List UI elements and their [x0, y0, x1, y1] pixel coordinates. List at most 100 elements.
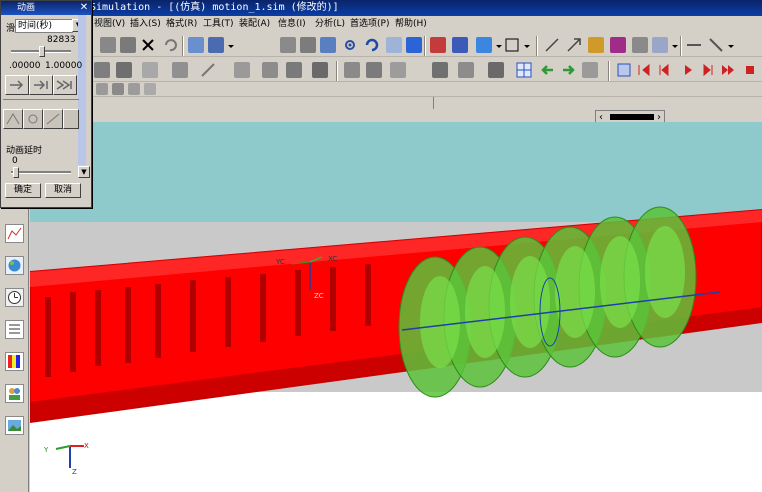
dialog-scrollbar[interactable] [78, 15, 86, 165]
play-icon[interactable] [680, 62, 696, 78]
dropdown-arrow-icon[interactable] [728, 45, 734, 48]
copy-icon[interactable] [120, 37, 136, 53]
dialog-title-bar[interactable]: 动画 ✕ [1, 1, 91, 15]
dropdown-arrow-icon[interactable] [672, 45, 678, 48]
image-icon[interactable] [5, 416, 24, 435]
contact-icon[interactable] [652, 37, 668, 53]
refresh-icon[interactable] [582, 62, 598, 78]
link-icon[interactable] [94, 62, 110, 78]
mesh-icon[interactable] [366, 62, 382, 78]
dropdown-arrow-icon[interactable] [496, 45, 502, 48]
line-icon[interactable] [686, 37, 702, 53]
play-forward-button[interactable] [5, 75, 29, 95]
ok-button[interactable]: 确定 [5, 183, 41, 198]
scroll-thumb[interactable] [610, 114, 654, 120]
step-forward-button[interactable] [29, 75, 53, 95]
shaded-icon[interactable] [406, 37, 422, 53]
export-button[interactable] [3, 109, 23, 129]
menu-insert[interactable]: 插入(S) [128, 16, 163, 32]
colormap-icon[interactable] [5, 352, 24, 371]
zoom-icon[interactable] [320, 37, 336, 53]
fit-icon[interactable] [280, 37, 296, 53]
zoom-window-icon[interactable] [300, 37, 316, 53]
wcs-icon[interactable] [504, 37, 520, 53]
menu-format[interactable]: 格式(R) [164, 16, 199, 32]
users-icon[interactable] [5, 384, 24, 403]
triad-top-z-label: ZC [314, 292, 324, 300]
contact3d-icon[interactable] [390, 62, 406, 78]
render-style-icon[interactable] [430, 37, 446, 53]
spring-damper-icon[interactable] [172, 62, 188, 78]
toolbar-separator [536, 36, 538, 56]
undo-icon[interactable] [162, 37, 178, 53]
edit-icon[interactable] [96, 83, 108, 95]
current-time-value: 82833 [47, 35, 76, 45]
clock-icon[interactable] [5, 288, 24, 307]
solve-icon[interactable] [458, 62, 474, 78]
trace-button[interactable] [23, 109, 43, 129]
menu-help[interactable]: 帮助(H) [393, 16, 429, 32]
menu-preferences[interactable]: 首选项(P) [348, 16, 391, 32]
dropdown-arrow-icon[interactable] [228, 45, 234, 48]
menu-analysis[interactable]: 分析(L) [313, 16, 347, 32]
close-icon[interactable]: ✕ [79, 2, 89, 13]
step-back-icon[interactable] [656, 62, 672, 78]
rewind-icon[interactable] [636, 62, 652, 78]
rotate-icon[interactable] [364, 37, 380, 53]
pan-icon[interactable] [342, 37, 358, 53]
marker-icon[interactable] [234, 62, 250, 78]
frame-icon[interactable] [616, 62, 632, 78]
layer-icon[interactable] [452, 37, 468, 53]
joint-icon[interactable] [588, 37, 604, 53]
menu-tools[interactable]: 工具(T) [201, 16, 236, 32]
delete-icon[interactable] [140, 37, 156, 53]
torque-icon[interactable] [286, 62, 302, 78]
arrow-left-icon[interactable] [540, 62, 556, 78]
globe-icon[interactable] [5, 256, 24, 275]
grid-icon[interactable] [516, 62, 532, 78]
time-slider-thumb[interactable] [39, 46, 45, 57]
delay-slider-thumb[interactable] [13, 167, 19, 178]
snap2-icon[interactable] [566, 37, 582, 53]
measure-icon[interactable] [708, 37, 724, 53]
solver-icon[interactable] [344, 62, 360, 78]
orient-icon[interactable] [386, 37, 402, 53]
stop-icon[interactable] [742, 62, 758, 78]
move-icon[interactable] [208, 37, 224, 53]
step-forward-icon[interactable] [700, 62, 716, 78]
motor-icon[interactable] [610, 37, 626, 53]
list-icon[interactable] [5, 320, 24, 339]
fast-forward-icon[interactable] [720, 62, 736, 78]
chevron-down-icon[interactable]: ▼ [78, 166, 90, 178]
cancel-button[interactable]: 取消 [45, 183, 81, 198]
arrow-right-icon[interactable] [560, 62, 576, 78]
box-view-icon[interactable] [476, 37, 492, 53]
delay-slider-track[interactable] [11, 171, 71, 174]
cut-icon[interactable] [100, 37, 116, 53]
mode-select[interactable]: 时间(秒) [15, 19, 73, 33]
results-icon[interactable] [488, 62, 504, 78]
undo2-icon[interactable] [112, 83, 124, 95]
brush-icon[interactable] [200, 62, 216, 78]
graphics-viewport[interactable]: XC YC ZC X Y Z [30, 122, 762, 492]
snap-icon[interactable] [544, 37, 560, 53]
explode-button[interactable] [43, 109, 63, 129]
fast-forward-button[interactable] [53, 75, 77, 95]
graph-icon[interactable] [5, 224, 24, 243]
dialog-title: 动画 [17, 3, 36, 13]
solution-icon[interactable] [432, 62, 448, 78]
vector-icon[interactable] [312, 62, 328, 78]
coupler-icon[interactable] [142, 62, 158, 78]
options-button[interactable] [63, 109, 79, 129]
force-icon[interactable] [262, 62, 278, 78]
spring-icon[interactable] [632, 37, 648, 53]
dropdown-arrow-icon[interactable] [524, 45, 530, 48]
select-icon[interactable] [188, 37, 204, 53]
menu-view[interactable]: 视图(V) [92, 16, 127, 32]
toolbar-separator [182, 36, 184, 56]
redo-icon[interactable] [128, 83, 140, 95]
menu-info[interactable]: 信息(I) [276, 16, 308, 32]
curve-icon[interactable] [144, 83, 156, 95]
joint-type-icon[interactable] [116, 62, 132, 78]
menu-assembly[interactable]: 装配(A) [237, 16, 272, 32]
